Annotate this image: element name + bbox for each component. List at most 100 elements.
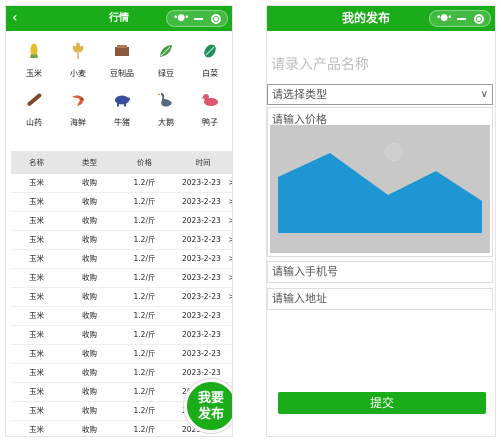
cell-name: 玉米 <box>29 368 44 377</box>
cell-price: 1.2/斤 <box>133 330 156 339</box>
cell-price: 1.2/斤 <box>133 425 156 434</box>
image-upload[interactable] <box>270 125 490 253</box>
table-row[interactable]: 玉米 收购 1.2/斤 2023-2-23 > <box>11 250 232 269</box>
cell-type: 收购 <box>82 178 97 187</box>
type-select-value: 请选择类型 <box>272 88 327 101</box>
submit-button[interactable]: 提交 <box>278 392 486 414</box>
cell-type: 收购 <box>82 254 97 263</box>
table-row[interactable]: 玉米 收购 1.2/斤 2023-2-23 > <box>11 231 232 250</box>
cell-type: 收购 <box>82 197 97 206</box>
mini-program-capsule: •●• <box>429 10 491 27</box>
market-nav-bar: ‹ 行情 •●• <box>6 6 232 31</box>
table-header: 名称 类型 价格 时间 <box>11 151 232 174</box>
cell-name: 玉米 <box>29 406 44 415</box>
category-item[interactable]: 海鲜 <box>56 91 100 140</box>
table-row[interactable]: 玉米 收购 1.2/斤 2023-2-23 <box>11 326 232 345</box>
category-item[interactable]: 绿豆 <box>144 42 188 91</box>
column-header-type: 类型 <box>82 158 97 167</box>
cell-type: 收购 <box>82 406 97 415</box>
cell-name: 玉米 <box>29 387 44 396</box>
category-item[interactable]: 白菜 <box>188 42 232 91</box>
table-row[interactable]: 玉米 收购 1.2/斤 2023-2-23 > <box>11 212 232 231</box>
cell-time: 2023-2-23 <box>182 178 221 187</box>
publish-screen: 我的发布 •●• 请录入产品名称 请选择类型 ∨ 请输入价格 请输入手机号 请输… <box>266 5 496 437</box>
cell-price: 1.2/斤 <box>133 273 156 282</box>
cell-name: 玉米 <box>29 216 44 225</box>
chevron-right-icon[interactable]: > <box>228 250 232 268</box>
cell-name: 玉米 <box>29 292 44 301</box>
cell-name: 玉米 <box>29 311 44 320</box>
cell-type: 收购 <box>82 387 97 396</box>
cell-name: 玉米 <box>29 330 44 339</box>
minimize-icon[interactable] <box>457 18 466 20</box>
column-header-time: 时间 <box>195 158 211 167</box>
category-item[interactable]: 豆制品 <box>100 42 144 91</box>
chevron-right-icon[interactable]: > <box>228 193 232 211</box>
category-item[interactable]: 大鹅 <box>144 91 188 140</box>
cell-price: 1.2/斤 <box>133 254 156 263</box>
category-label: 牛猪 <box>114 118 130 127</box>
publish-nav-bar: 我的发布 •●• <box>267 6 495 31</box>
column-header-price: 价格 <box>137 158 152 167</box>
category-label: 海鲜 <box>70 118 86 127</box>
category-label: 玉米 <box>26 69 42 78</box>
close-target-icon[interactable] <box>474 14 484 24</box>
cell-type: 收购 <box>82 330 97 339</box>
cell-price: 1.2/斤 <box>133 349 156 358</box>
cell-name: 玉米 <box>29 254 44 263</box>
cell-type: 收购 <box>82 425 97 434</box>
table-row[interactable]: 玉米 收购 1.2/斤 2023-2-23 <box>11 345 232 364</box>
more-icon[interactable]: •●• <box>173 11 190 26</box>
cell-name: 玉米 <box>29 197 44 206</box>
more-icon[interactable]: •●• <box>436 11 453 26</box>
category-label: 豆制品 <box>110 69 134 78</box>
category-label: 白菜 <box>202 69 218 78</box>
close-target-icon[interactable] <box>211 14 221 24</box>
cell-time: 2023-2-23 <box>182 216 221 225</box>
wheat-icon <box>69 42 87 60</box>
category-item[interactable]: 山药 <box>12 91 56 140</box>
price-field[interactable]: 请输入价格 <box>267 107 493 257</box>
phone-input[interactable]: 请输入手机号 <box>267 261 493 283</box>
cell-time: 2023-2-23 <box>182 254 221 263</box>
column-header-name: 名称 <box>29 158 44 167</box>
category-grid: 玉米 小麦 豆制品 绿豆 白菜山药 海鲜 牛猪 大鹅 鸭子 <box>6 42 232 140</box>
cell-time: 2023-2-23 <box>182 292 221 301</box>
publish-fab-button[interactable]: 我要 发布 <box>184 379 232 433</box>
category-item[interactable]: 玉米 <box>12 42 56 91</box>
cell-price: 1.2/斤 <box>133 216 156 225</box>
cell-type: 收购 <box>82 311 97 320</box>
product-name-input[interactable]: 请录入产品名称 <box>271 54 369 74</box>
chevron-right-icon[interactable]: > <box>228 231 232 249</box>
table-row[interactable]: 玉米 收购 1.2/斤 2023-2-23 > <box>11 269 232 288</box>
cell-type: 收购 <box>82 216 97 225</box>
tofu-icon <box>113 42 131 60</box>
market-screen: ‹ 行情 •●• 玉米 小麦 豆制品 绿豆 白菜山药 海鲜 牛猪 大鹅 鸭子 名称 类型 价格 … <box>5 5 233 437</box>
address-input[interactable]: 请输入地址 <box>267 288 493 310</box>
type-select[interactable]: 请选择类型 ∨ <box>267 84 493 105</box>
chevron-right-icon[interactable]: > <box>228 174 232 192</box>
chevron-right-icon[interactable]: > <box>228 288 232 306</box>
minimize-icon[interactable] <box>194 18 203 20</box>
fab-label-line1: 我要 <box>197 391 224 406</box>
category-item[interactable]: 小麦 <box>56 42 100 91</box>
cell-price: 1.2/斤 <box>133 368 156 377</box>
category-item[interactable]: 牛猪 <box>100 91 144 140</box>
chevron-right-icon[interactable]: > <box>228 269 232 287</box>
category-label: 山药 <box>26 118 42 127</box>
category-label: 鸭子 <box>202 118 218 127</box>
corn-icon <box>25 42 43 60</box>
cell-price: 1.2/斤 <box>133 292 156 301</box>
chevron-right-icon[interactable]: > <box>228 212 232 230</box>
table-row[interactable]: 玉米 收购 1.2/斤 2023-2-23 > <box>11 174 232 193</box>
category-label: 小麦 <box>70 69 86 78</box>
table-row[interactable]: 玉米 收购 1.2/斤 2023-2-23 > <box>11 288 232 307</box>
table-row[interactable]: 玉米 收购 1.2/斤 2023-2-23 > <box>11 193 232 212</box>
category-item[interactable]: 鸭子 <box>188 91 232 140</box>
category-label: 大鹅 <box>158 118 174 127</box>
table-row[interactable]: 玉米 收购 1.2/斤 2023-2-23 <box>11 307 232 326</box>
cell-time: 2023-2-23 <box>182 197 221 206</box>
shrimp-icon <box>69 91 87 109</box>
cell-price: 1.2/斤 <box>133 235 156 244</box>
duck-icon <box>201 91 219 109</box>
